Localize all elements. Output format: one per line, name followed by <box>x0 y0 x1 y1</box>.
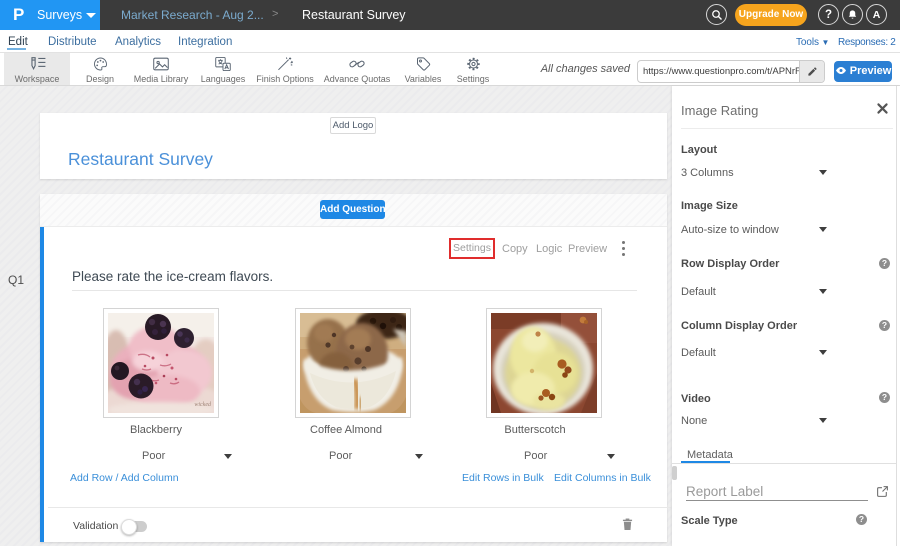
svg-text:wicked: wicked <box>194 402 212 408</box>
